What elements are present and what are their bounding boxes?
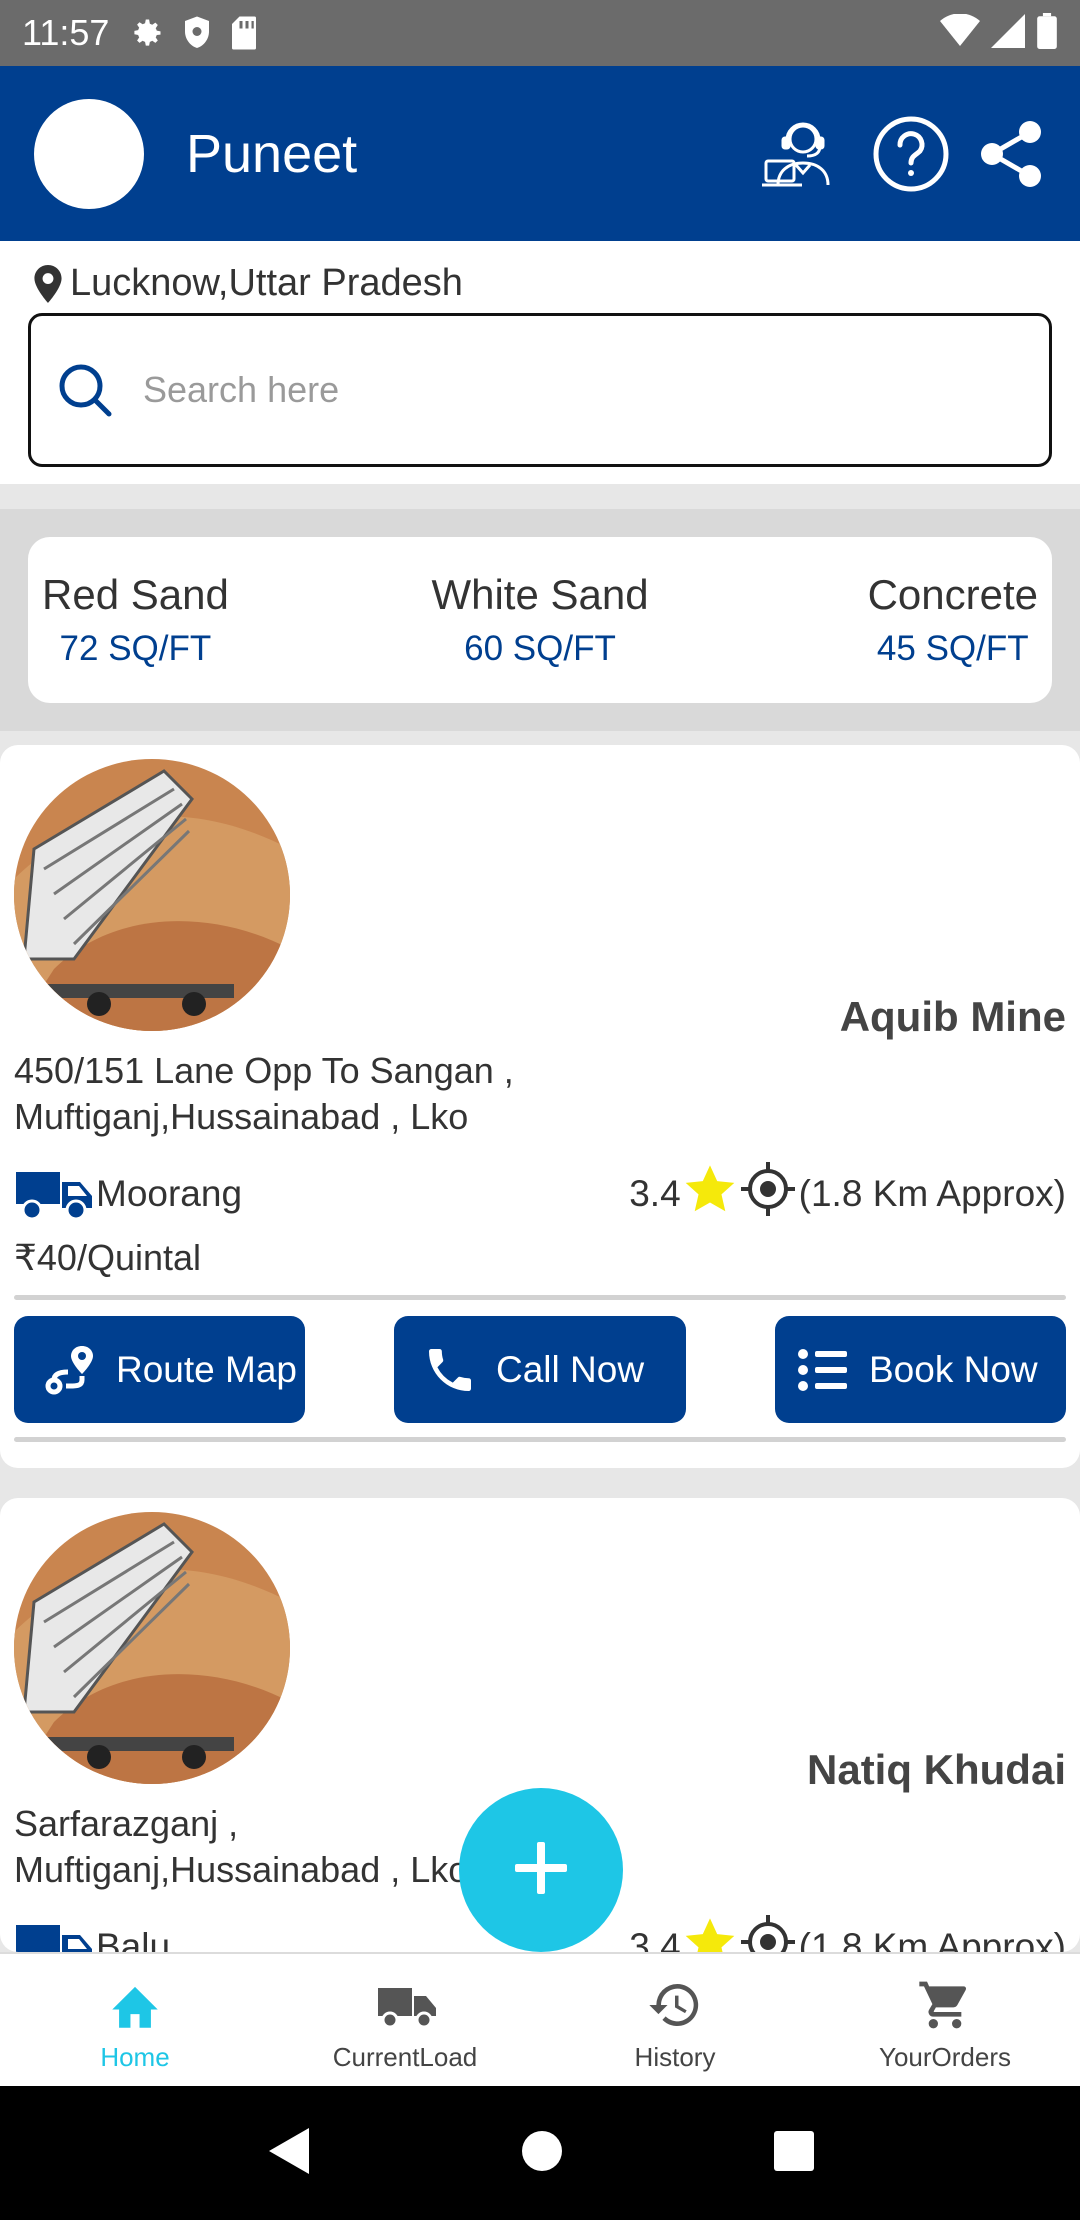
nav-history-label: History [634,2042,716,2072]
truck-icon [14,1166,96,1222]
battery-icon [1036,12,1058,54]
gps-icon [739,1913,797,1952]
nav-current-load[interactable]: CurrentLoad [270,1954,540,2086]
avatar[interactable] [34,98,144,209]
listing-distance: (1.8 Km Approx) [798,1172,1066,1214]
app-header: Puneet [0,66,1080,241]
listing-rating: 3.4 [629,1172,681,1214]
truck-icon [372,1972,438,2038]
help-icon[interactable] [872,115,950,193]
location[interactable]: Lucknow,Uttar Pradesh [34,262,463,305]
listing-material: Moorang [96,1172,243,1214]
nav-home[interactable]: Home [0,1954,270,2086]
listing-rating: 3.4 [629,1925,681,1953]
wifi-icon [940,12,980,53]
search-icon [57,362,113,418]
add-fab-button[interactable] [459,1788,623,1952]
nav-history[interactable]: History [540,1954,810,2086]
call-now-label: Call Now [496,1348,645,1390]
mine-thumbnail [14,1512,290,1784]
support-agent-icon[interactable] [760,113,846,195]
share-icon[interactable] [976,119,1046,189]
status-bar: 11:57 [0,0,1080,66]
listing-price: ₹40/Quintal [14,1237,202,1278]
username: Puneet [186,123,358,184]
book-now-button[interactable]: Book Now [775,1316,1066,1423]
route-map-label: Route Map [116,1348,297,1390]
history-icon [645,1972,705,2038]
shield-icon [181,15,213,51]
location-text: Lucknow,Uttar Pradesh [70,262,463,304]
listing-address: Sarfarazganj , Muftiganj,Hussainabad , L… [14,1803,469,1890]
location-pin-icon [34,264,62,303]
sd-card-icon [229,15,259,51]
search-input[interactable] [143,369,963,411]
phone-icon [422,1342,478,1398]
listing-distance: (1.8 Km Approx) [798,1925,1066,1953]
price-value: 45 SQ/FT [876,629,1029,668]
mine-thumbnail [14,759,290,1031]
nav-current-load-label: CurrentLoad [332,2042,478,2072]
listing-title: Natiq Khudai [807,1746,1066,1793]
bottom-navigation: Home CurrentLoad History YourOrders [0,1952,1080,2086]
star-icon [683,1915,737,1952]
route-map-button[interactable]: Route Map [14,1316,305,1423]
star-icon [683,1162,737,1225]
list-icon [795,1342,851,1398]
signal-icon [990,13,1026,53]
divider [14,1437,1066,1442]
listing-address: 450/151 Lane Opp To Sangan , Muftiganj,H… [14,1050,514,1137]
price-strip: Red Sand 72 SQ/FT White Sand 60 SQ/FT Co… [0,509,1080,731]
search-box[interactable] [28,313,1052,467]
nav-home-label: Home [100,2042,170,2072]
system-navigation [0,2086,1080,2220]
home-icon [107,1972,163,2038]
listing-meta: Moorang 3.4 (1.8 Km Approx) [14,1160,1066,1227]
truck-icon [14,1919,96,1952]
price-name: Concrete [867,571,1038,618]
home-circle-icon[interactable] [521,2130,563,2177]
price-item-concrete[interactable]: Concrete 45 SQ/FT [868,571,1038,669]
nav-your-orders-label: YourOrders [879,2042,1011,2072]
divider [14,1295,1066,1300]
gps-icon [739,1160,797,1227]
listing-material: Balu [96,1925,171,1953]
route-icon [42,1342,98,1398]
cart-icon [915,1972,975,2038]
recents-icon[interactable] [773,2130,815,2177]
listing-card[interactable]: Aquib Mine 450/151 Lane Opp To Sangan , … [0,745,1080,1468]
nav-your-orders[interactable]: YourOrders [810,1954,1080,2086]
plus-icon [511,1838,571,1903]
book-now-label: Book Now [869,1348,1038,1390]
price-card: Red Sand 72 SQ/FT White Sand 60 SQ/FT Co… [28,537,1052,703]
call-now-button[interactable]: Call Now [394,1316,686,1423]
status-time: 11:57 [22,12,110,53]
back-icon[interactable] [265,2126,311,2181]
settings-icon [129,15,165,51]
listing-title: Aquib Mine [839,993,1066,1040]
